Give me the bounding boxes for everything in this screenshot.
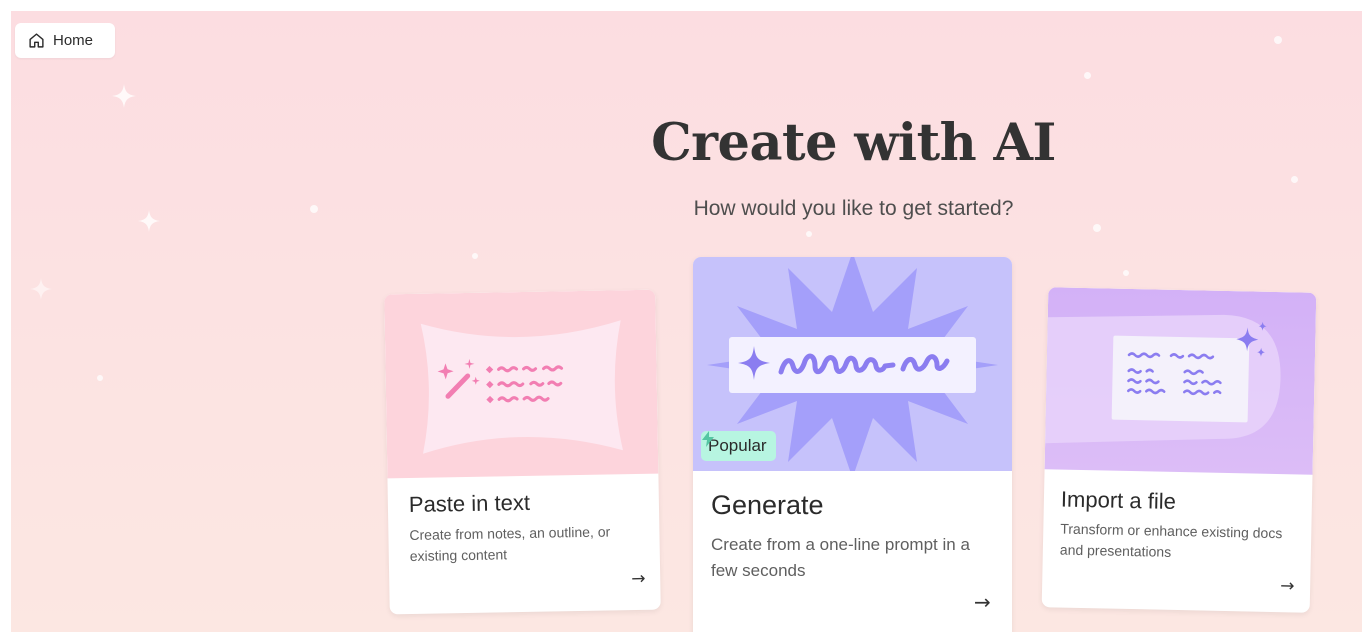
background-dot	[472, 253, 478, 259]
import-a-file-title: Import a file	[1060, 486, 1177, 514]
generate-card[interactable]: Popular Generate Create from a one-line …	[693, 257, 1012, 632]
import-a-file-description: Transform or enhance existing docs and p…	[1059, 520, 1283, 560]
import-a-file-illustration	[1044, 287, 1317, 475]
background-dot	[1291, 176, 1298, 183]
page-subtitle: How would you like to get started?	[693, 197, 1014, 220]
paste-in-text-description: Create from notes, an outline, or existi…	[409, 523, 611, 564]
generate-description: Create from a one-line prompt in a few s…	[711, 535, 970, 580]
paste-in-text-card[interactable]: Paste in text Create from notes, an outl…	[384, 289, 661, 615]
paste-in-text-title: Paste in text	[408, 489, 531, 517]
paste-in-text-illustration	[384, 289, 659, 479]
background-dot	[310, 205, 318, 213]
background-dot	[97, 375, 103, 381]
home-button[interactable]: Home	[15, 23, 115, 58]
arrow-right-icon: →	[1279, 576, 1295, 597]
generate-illustration: Popular	[693, 257, 1012, 471]
popular-badge: Popular	[701, 431, 776, 461]
background-sparkle-icon	[138, 210, 160, 232]
import-a-file-card[interactable]: Import a file Transform or enhance exist…	[1041, 287, 1317, 613]
home-icon	[29, 33, 44, 48]
popular-badge-label: Popular	[708, 436, 767, 455]
background-sparkle-icon	[112, 84, 136, 108]
page-title: Create with AI	[651, 113, 1056, 173]
generate-title: Generate	[711, 490, 824, 520]
create-with-ai-page: Home Create with AI How would you like t…	[11, 11, 1362, 632]
home-label: Home	[53, 32, 94, 49]
lightning-icon	[702, 431, 714, 447]
arrow-right-icon: →	[974, 590, 991, 614]
arrow-right-icon: →	[631, 568, 646, 590]
background-dot	[806, 231, 812, 237]
background-dot	[1093, 224, 1101, 232]
background-dot	[1084, 72, 1091, 79]
background-sparkle-icon	[30, 278, 52, 300]
background-dot	[1274, 36, 1282, 44]
background-dot	[1123, 270, 1129, 276]
